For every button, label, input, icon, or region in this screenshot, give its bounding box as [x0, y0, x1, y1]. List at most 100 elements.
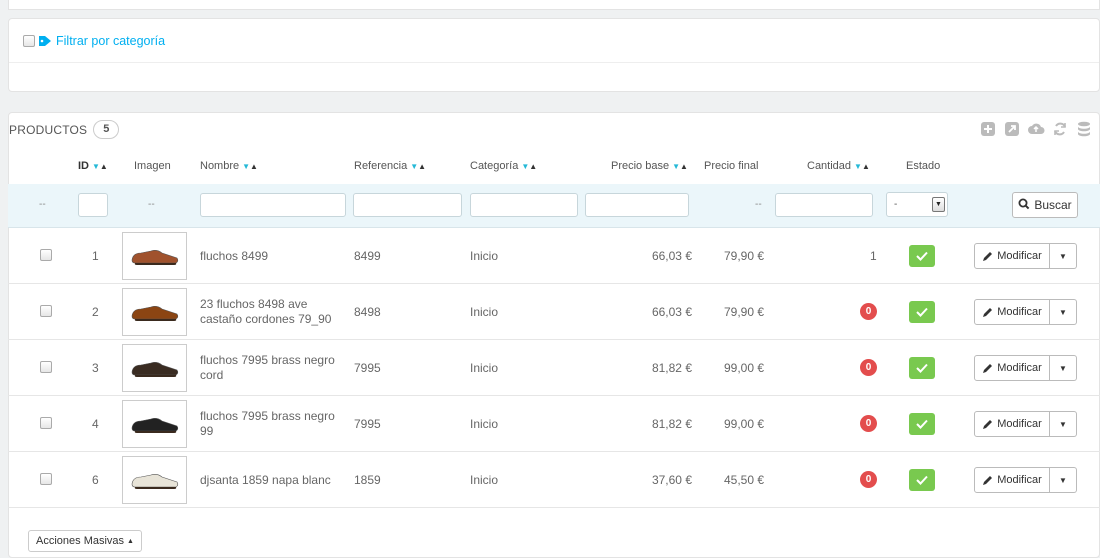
table-row[interactable]: 3 fluchos 7995 brass negro cord 7995 Ini… [8, 340, 1100, 396]
upload-icon[interactable] [1027, 120, 1045, 138]
row-checkbox[interactable] [40, 417, 52, 429]
pencil-icon [983, 475, 993, 485]
product-thumbnail[interactable] [122, 456, 187, 504]
row-category: Inicio [470, 305, 499, 319]
category-filter-checkbox[interactable] [23, 34, 35, 47]
edit-button-label: Modificar [997, 250, 1042, 262]
column-header-reference[interactable]: Referencia ▼▲ [354, 160, 426, 172]
row-quantity-badge: 0 [860, 415, 877, 432]
row-edit-group: Modificar ▼ [974, 355, 1077, 381]
edit-button-label: Modificar [997, 418, 1042, 430]
filter-placeholder-dash: -- [755, 199, 762, 210]
sort-arrows-icon[interactable]: ▼▲ [92, 162, 108, 171]
chevron-down-icon[interactable]: ▼ [1050, 243, 1077, 269]
product-thumbnail[interactable] [122, 288, 187, 336]
column-header-category[interactable]: Categoría ▼▲ [470, 160, 537, 172]
edit-button[interactable]: Modificar [974, 299, 1050, 325]
row-status-toggle[interactable] [909, 357, 935, 379]
column-header-base-price[interactable]: Precio base ▼▲ [611, 160, 688, 172]
chevron-down-icon[interactable]: ▼ [1050, 299, 1077, 325]
check-icon [916, 307, 928, 317]
row-checkbox[interactable] [40, 305, 52, 317]
database-icon[interactable] [1075, 120, 1093, 138]
table-row[interactable]: 1 fluchos 8499 8499 Inicio 66,03 € 79,90… [8, 228, 1100, 284]
edit-button[interactable]: Modificar [974, 243, 1050, 269]
row-edit-group: Modificar ▼ [974, 467, 1077, 493]
row-status-toggle[interactable] [909, 245, 935, 267]
row-base-price: 81,82 € [651, 361, 692, 375]
check-icon [916, 419, 928, 429]
edit-button[interactable]: Modificar [974, 355, 1050, 381]
refresh-icon[interactable] [1051, 120, 1069, 138]
shoe-icon [131, 418, 178, 433]
filter-name-input[interactable] [200, 193, 346, 217]
row-checkbox[interactable] [40, 473, 52, 485]
caret-up-icon: ▲ [127, 537, 134, 545]
chevron-down-icon[interactable]: ▼ [1050, 355, 1077, 381]
category-filter-link[interactable]: Filtrar por categoría [56, 34, 165, 48]
row-status-toggle[interactable] [909, 301, 935, 323]
sort-arrows-icon[interactable]: ▼▲ [410, 162, 426, 171]
row-checkbox[interactable] [40, 361, 52, 373]
filter-category-input[interactable] [470, 193, 578, 217]
column-header-quantity[interactable]: Cantidad ▼▲ [807, 160, 870, 172]
check-icon [916, 251, 928, 261]
add-icon[interactable] [979, 120, 997, 138]
sort-arrows-icon[interactable]: ▼▲ [521, 162, 537, 171]
row-product-name[interactable]: fluchos 8499 [200, 249, 348, 264]
edit-button-label: Modificar [997, 474, 1042, 486]
filter-base-price-input[interactable] [585, 193, 689, 217]
row-final-price: 79,90 € [724, 305, 765, 319]
product-thumbnail[interactable] [122, 232, 187, 280]
product-thumbnail[interactable] [122, 400, 187, 448]
sort-arrows-icon[interactable]: ▼▲ [672, 162, 688, 171]
row-product-name[interactable]: djsanta 1859 napa blanc [200, 473, 348, 488]
category-filter-header: Filtrar por categoría [9, 19, 1099, 63]
row-status-toggle[interactable] [909, 413, 935, 435]
row-reference: 7995 [354, 417, 381, 431]
filter-placeholder-dash: -- [148, 199, 155, 210]
shoe-icon [131, 250, 178, 265]
chevron-down-icon[interactable]: ▼ [932, 197, 945, 212]
table-row[interactable]: 2 23 fluchos 8498 ave castaño cordones 7… [8, 284, 1100, 340]
table-row[interactable]: 4 fluchos 7995 brass negro 99 7995 Inici… [8, 396, 1100, 452]
search-button-label: Buscar [1034, 198, 1072, 212]
row-edit-group: Modificar ▼ [974, 299, 1077, 325]
product-thumbnail[interactable] [122, 344, 187, 392]
filter-quantity-input[interactable] [775, 193, 873, 217]
row-id: 4 [92, 417, 99, 431]
bulk-actions-label: Acciones Masivas [36, 535, 125, 547]
row-checkbox[interactable] [40, 249, 52, 261]
chevron-down-icon[interactable]: ▼ [1050, 411, 1077, 437]
edit-button[interactable]: Modificar [974, 467, 1050, 493]
column-header-id[interactable]: ID ▼▲ [78, 160, 108, 172]
row-category: Inicio [470, 249, 499, 263]
bulk-actions-button[interactable]: Acciones Masivas ▲ [28, 530, 142, 552]
filter-placeholder-dash: -- [39, 199, 46, 210]
sort-arrows-icon[interactable]: ▼▲ [854, 162, 870, 171]
row-product-name[interactable]: 23 fluchos 8498 ave castaño cordones 79_… [200, 297, 348, 327]
pencil-icon [983, 307, 993, 317]
search-button[interactable]: Buscar [1012, 192, 1078, 218]
table-row[interactable]: 6 djsanta 1859 napa blanc 1859 Inicio 37… [8, 452, 1100, 508]
row-id: 6 [92, 473, 99, 487]
shoe-icon [131, 474, 178, 489]
row-product-name[interactable]: fluchos 7995 brass negro 99 [200, 409, 348, 439]
column-header-name[interactable]: Nombre ▼▲ [200, 160, 258, 172]
row-quantity-badge: 0 [860, 303, 877, 320]
sort-arrows-icon[interactable]: ▼▲ [242, 162, 258, 171]
edit-button[interactable]: Modificar [974, 411, 1050, 437]
row-final-price: 45,50 € [724, 473, 765, 487]
products-panel-heading: PRODUCTOS 5 [9, 120, 120, 139]
filter-status-select[interactable]: - ▼ [886, 192, 948, 217]
filter-id-input[interactable] [78, 193, 108, 217]
row-product-name[interactable]: fluchos 7995 brass negro cord [200, 353, 348, 383]
row-final-price: 79,90 € [724, 249, 765, 263]
products-toolbar [979, 120, 1093, 138]
filter-reference-input[interactable] [353, 193, 462, 217]
row-final-price: 99,00 € [724, 361, 765, 375]
export-icon[interactable] [1003, 120, 1021, 138]
chevron-down-icon[interactable]: ▼ [1050, 467, 1077, 493]
row-status-toggle[interactable] [909, 469, 935, 491]
pencil-icon [983, 251, 993, 261]
